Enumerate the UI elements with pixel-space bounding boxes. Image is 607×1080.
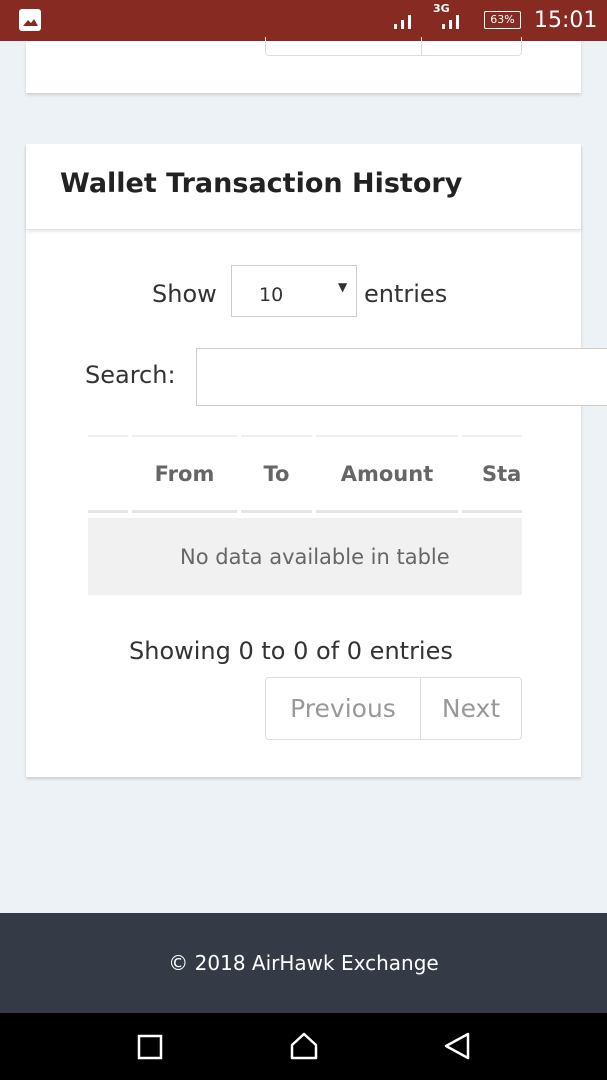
show-label: Show [152, 280, 217, 308]
battery-icon: 63% [484, 11, 521, 29]
table-info: Showing 0 to 0 of 0 entries [129, 637, 453, 665]
column-header-amount[interactable]: Amount [316, 435, 458, 513]
status-bar: 3G 63% 15:01 [0, 0, 607, 41]
divider [421, 37, 422, 55]
footer: © 2018 AirHawk Exchange [0, 913, 607, 1013]
search-input[interactable] [196, 348, 607, 406]
entries-select-value: 10 [259, 284, 284, 306]
battery-level: 63% [490, 13, 515, 26]
header-label: To [263, 461, 290, 486]
gallery-notification-icon [19, 9, 41, 31]
empty-message: No data available in table [180, 544, 450, 569]
next-label: Next [441, 694, 501, 723]
header-label: Amount [340, 461, 434, 486]
android-nav-bar [0, 1013, 607, 1080]
previous-card [26, 37, 581, 93]
column-header-from[interactable]: From [132, 435, 237, 513]
column-header-status[interactable]: Sta [462, 435, 522, 513]
column-header-blank[interactable] [88, 435, 128, 513]
card-header: Wallet Transaction History [26, 144, 581, 230]
previous-pagination [265, 37, 522, 56]
recents-icon[interactable] [136, 1033, 164, 1061]
previous-label: Previous [290, 694, 396, 723]
entries-select[interactable]: 10 ▼ [231, 265, 357, 317]
empty-table-row: No data available in table [88, 518, 522, 595]
entries-label: entries [364, 280, 448, 308]
copyright: © 2018 AirHawk Exchange [168, 951, 439, 975]
clock: 15:01 [534, 8, 598, 33]
search-label: Search: [85, 361, 176, 389]
card-title: Wallet Transaction History [60, 168, 463, 199]
signal-icon [394, 15, 411, 29]
column-header-to[interactable]: To [241, 435, 312, 513]
home-icon[interactable] [289, 1031, 319, 1061]
signal-3g-icon [442, 15, 459, 29]
dropdown-arrow-icon: ▼ [338, 280, 348, 294]
previous-button[interactable]: Previous [265, 677, 421, 740]
header-label: From [154, 461, 215, 486]
header-label: Sta [482, 461, 522, 486]
next-button[interactable]: Next [420, 677, 522, 740]
back-icon[interactable] [442, 1031, 472, 1061]
